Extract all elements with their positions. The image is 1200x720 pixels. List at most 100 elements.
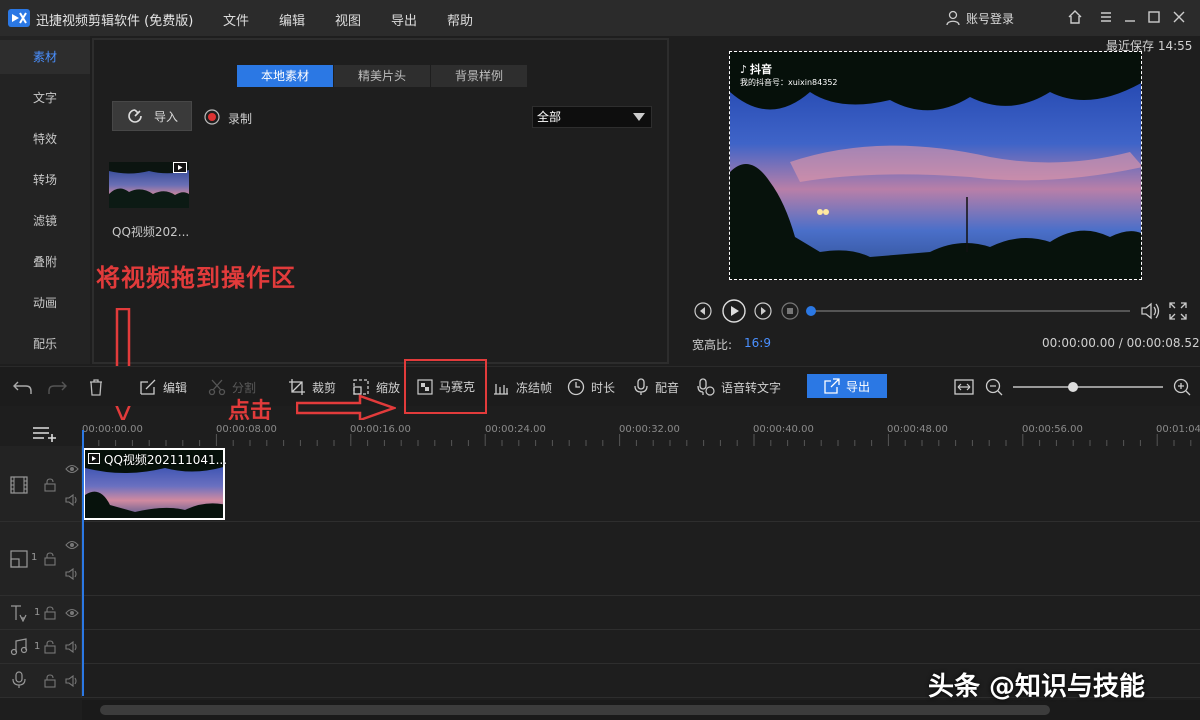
undo-icon[interactable] (13, 378, 33, 396)
nav-item-material[interactable]: 素材 (0, 40, 90, 74)
media-panel: 本地素材 精美片头 背景样例 导入 录制 全部 QQ视频202... (92, 38, 669, 364)
clip-label: QQ视频202111041... (104, 453, 228, 467)
export-button[interactable]: 导出 (807, 374, 887, 398)
edit-tool[interactable]: 编辑 (139, 378, 187, 396)
chevron-down-icon (633, 113, 645, 121)
freeze-frame-tool[interactable]: 冻结帧 (492, 378, 552, 396)
time-readout: 00:00:00.00 / 00:00:08.52 (1042, 336, 1200, 350)
account-login-link[interactable]: 账号登录 (966, 10, 1014, 27)
speaker-icon[interactable] (65, 568, 79, 580)
playhead[interactable] (82, 430, 84, 696)
menu-edit[interactable]: 编辑 (279, 10, 305, 29)
play-icon[interactable] (722, 299, 746, 323)
delete-icon[interactable] (88, 378, 104, 396)
nav-item-animation[interactable]: 动画 (0, 286, 90, 320)
speaker-icon[interactable] (65, 641, 79, 653)
aspect-ratio-value[interactable]: 16:9 (744, 336, 771, 350)
fit-timeline-icon[interactable] (954, 378, 974, 396)
fullscreen-icon[interactable] (1168, 301, 1188, 321)
home-icon[interactable] (1066, 8, 1084, 26)
tab-local-material[interactable]: 本地素材 (237, 65, 333, 87)
crop-label: 裁剪 (312, 380, 337, 395)
left-nav: 素材 文字 特效 转场 滤镜 叠附 动画 配乐 (0, 36, 90, 364)
tab-intro-clips[interactable]: 精美片头 (334, 65, 430, 87)
app-logo-icon (8, 9, 30, 27)
music-track-number: 1 (34, 641, 41, 652)
timeline-ruler[interactable]: 00:00:00.00 00:00:08.00 00:00:16.00 00:0… (82, 420, 1200, 446)
filter-select[interactable]: 全部 (532, 106, 652, 128)
music-track-header: 1 (0, 630, 82, 663)
music-note-icon (10, 638, 28, 656)
volume-icon[interactable] (1140, 301, 1162, 321)
record-label: 录制 (228, 112, 253, 126)
prev-frame-icon[interactable] (694, 302, 712, 320)
import-button[interactable]: 导入 (112, 101, 192, 131)
text-track: 1 (0, 596, 1200, 630)
export-label: 导出 (845, 379, 870, 394)
lock-icon[interactable] (44, 674, 56, 688)
record-radio[interactable] (204, 109, 220, 125)
video-badge-icon (173, 162, 187, 173)
maximize-icon[interactable] (1145, 8, 1163, 26)
dub-tool[interactable]: 配音 (633, 378, 679, 396)
menu-view[interactable]: 视图 (335, 10, 361, 29)
nav-item-filters[interactable]: 滤镜 (0, 204, 90, 238)
minimize-icon[interactable] (1121, 8, 1139, 26)
user-icon[interactable] (946, 10, 960, 26)
filter-select-value: 全部 (537, 110, 562, 124)
duration-label: 时长 (591, 380, 616, 395)
lock-icon[interactable] (44, 606, 56, 620)
voice-track-header (0, 664, 82, 697)
zoom-in-icon[interactable] (1173, 378, 1191, 396)
stop-icon[interactable] (781, 302, 799, 320)
edit-label: 编辑 (163, 380, 188, 395)
video-track-header (0, 446, 82, 521)
microphone-icon (11, 671, 27, 689)
lock-icon[interactable] (44, 640, 56, 654)
duration-tool[interactable]: 时长 (567, 378, 615, 396)
speaker-icon[interactable] (65, 675, 79, 687)
nav-item-transitions[interactable]: 转场 (0, 163, 90, 197)
menu-file[interactable]: 文件 (223, 10, 249, 29)
menu-help[interactable]: 帮助 (447, 10, 473, 29)
progress-knob[interactable] (806, 306, 816, 316)
zoom-out-icon[interactable] (985, 378, 1003, 396)
menu-icon[interactable] (1097, 8, 1115, 26)
media-thumbnail[interactable] (109, 162, 189, 208)
nav-item-overlay[interactable]: 叠附 (0, 245, 90, 279)
import-label: 导入 (153, 109, 178, 124)
eye-icon[interactable] (65, 608, 79, 618)
text-icon (10, 604, 28, 622)
player-controls (692, 298, 1192, 324)
lock-icon[interactable] (44, 552, 56, 566)
nav-item-text[interactable]: 文字 (0, 81, 90, 115)
app-title: 迅捷视频剪辑软件 (免费版) (36, 14, 194, 29)
timeline-scroll-thumb[interactable] (100, 705, 1050, 715)
zoom-label: 缩放 (376, 380, 401, 395)
microphone-icon (633, 378, 649, 396)
clock-icon (567, 378, 585, 396)
tab-background-samples[interactable]: 背景样例 (431, 65, 527, 87)
next-frame-icon[interactable] (754, 302, 772, 320)
import-icon (126, 107, 144, 125)
media-item-name: QQ视频202... (112, 225, 190, 239)
menu-export[interactable]: 导出 (391, 10, 417, 29)
timeline-zoom-slider[interactable] (1013, 386, 1163, 388)
eye-icon[interactable] (65, 540, 79, 550)
add-track-icon[interactable] (32, 426, 56, 442)
close-icon[interactable] (1170, 8, 1188, 26)
nav-item-music[interactable]: 配乐 (0, 327, 90, 361)
lock-icon[interactable] (44, 478, 56, 492)
speech-to-text-label: 语音转文字 (721, 380, 782, 395)
progress-track[interactable] (810, 310, 1130, 312)
eye-icon[interactable] (65, 464, 79, 474)
edit-toolbar: 编辑 分割 裁剪 缩放 马赛克 冻结帧 时长 配音 语音转文字 (0, 366, 1200, 406)
nav-item-effects[interactable]: 特效 (0, 122, 90, 156)
redo-icon[interactable] (47, 378, 67, 396)
export-icon (824, 378, 840, 394)
speech-to-text-icon (697, 378, 715, 396)
timeline-zoom-knob[interactable] (1068, 382, 1078, 392)
pip-track-header: 1 (0, 522, 82, 595)
speaker-icon[interactable] (65, 494, 79, 506)
speech-to-text-tool[interactable]: 语音转文字 (697, 378, 781, 396)
